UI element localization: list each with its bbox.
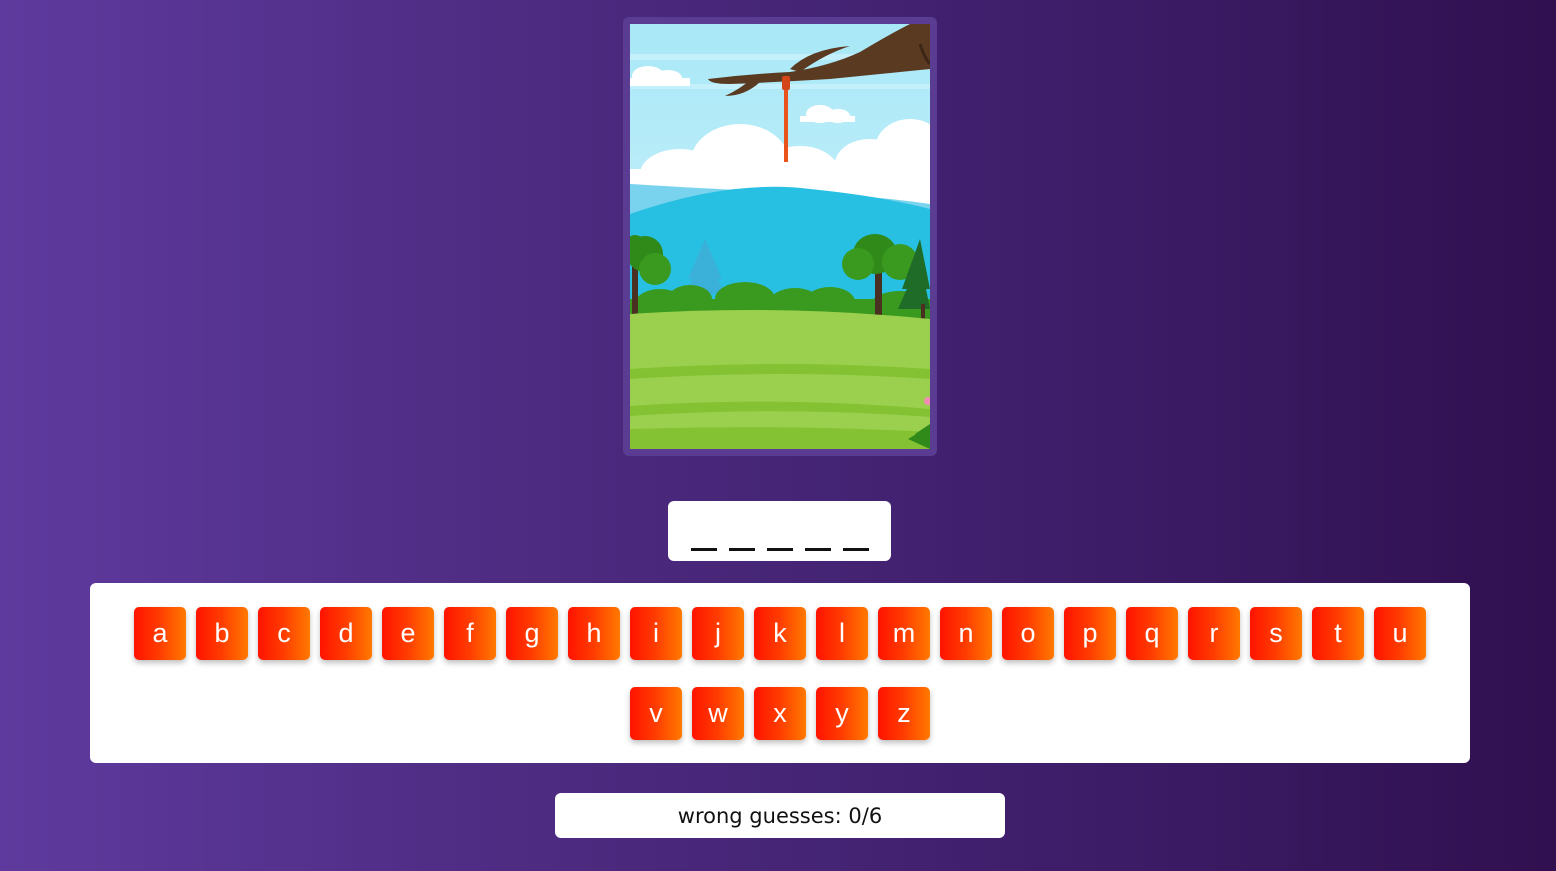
letter-key-y[interactable]: y <box>815 687 869 740</box>
letter-key-d[interactable]: d <box>319 607 373 660</box>
letter-key-f[interactable]: f <box>443 607 497 660</box>
letter-keyboard: abcdefghijklmnopqrstu vwxyz <box>90 583 1470 763</box>
hangman-scene <box>623 17 937 456</box>
letter-key-u[interactable]: u <box>1373 607 1427 660</box>
letter-key-w[interactable]: w <box>691 687 745 740</box>
letter-blank <box>728 521 755 551</box>
letter-key-m[interactable]: m <box>877 607 931 660</box>
wrong-guesses-count: 0 <box>848 803 862 828</box>
letter-key-a[interactable]: a <box>133 607 187 660</box>
letter-key-x[interactable]: x <box>753 687 807 740</box>
letter-key-j[interactable]: j <box>691 607 745 660</box>
letter-key-l[interactable]: l <box>815 607 869 660</box>
hangman-illustration <box>630 24 930 449</box>
letter-key-p[interactable]: p <box>1063 607 1117 660</box>
letter-key-n[interactable]: n <box>939 607 993 660</box>
word-display <box>668 501 891 561</box>
letter-key-v[interactable]: v <box>629 687 683 740</box>
letter-key-g[interactable]: g <box>505 607 559 660</box>
letter-key-e[interactable]: e <box>381 607 435 660</box>
letter-key-c[interactable]: c <box>257 607 311 660</box>
letter-blank <box>690 521 717 551</box>
wrong-guesses-label: wrong guesses: <box>677 803 842 828</box>
letter-blank <box>842 521 869 551</box>
letter-key-i[interactable]: i <box>629 607 683 660</box>
letter-key-q[interactable]: q <box>1125 607 1179 660</box>
letter-key-o[interactable]: o <box>1001 607 1055 660</box>
wrong-guesses-max: 6 <box>868 803 883 828</box>
letter-key-k[interactable]: k <box>753 607 807 660</box>
wrong-guesses-status: wrong guesses: 0/6 <box>555 793 1005 838</box>
letter-key-z[interactable]: z <box>877 687 931 740</box>
letter-key-r[interactable]: r <box>1187 607 1241 660</box>
letter-key-h[interactable]: h <box>567 607 621 660</box>
letter-key-b[interactable]: b <box>195 607 249 660</box>
letter-blank <box>766 521 793 551</box>
letter-key-t[interactable]: t <box>1311 607 1365 660</box>
letter-key-s[interactable]: s <box>1249 607 1303 660</box>
letter-blank <box>804 521 831 551</box>
